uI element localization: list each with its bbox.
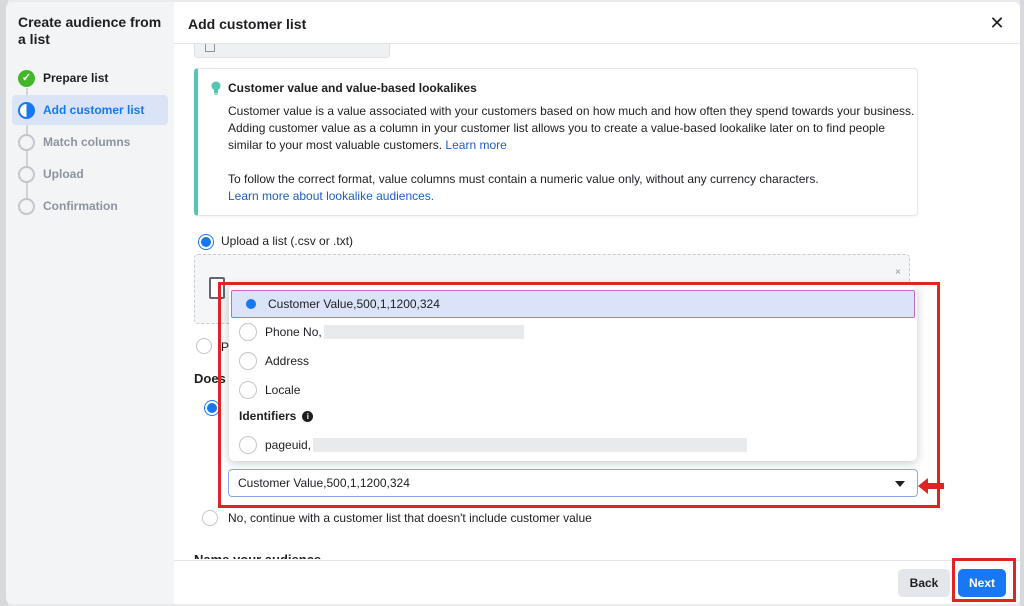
- step-label: Confirmation: [43, 199, 118, 213]
- dialog-footer: Back Next: [174, 560, 1020, 604]
- tip-body-text: Customer value is a value associated wit…: [228, 104, 915, 152]
- close-icon[interactable]: ✕: [988, 14, 1006, 32]
- half-circle-progress-icon: [18, 101, 35, 119]
- wizard-sidebar: Create audience from a list ✓ Prepare li…: [6, 2, 174, 604]
- customer-value-tip: Customer value and value-based lookalike…: [194, 68, 918, 216]
- back-button[interactable]: Back: [898, 569, 950, 597]
- upload-list-label: Upload a list (.csv or .txt): [221, 234, 354, 248]
- step-label: Upload: [43, 167, 84, 181]
- upload-list-radio[interactable]: [198, 234, 214, 250]
- name-audience-heading: Name your audience: [194, 551, 321, 559]
- dialog-header: Add customer list ✕: [174, 2, 1020, 44]
- step-match-columns[interactable]: Match columns: [12, 127, 168, 157]
- check-icon: ✓: [18, 69, 35, 87]
- annotation-next-highlight: [952, 558, 1016, 602]
- learn-more-link[interactable]: Learn more: [445, 138, 506, 152]
- step-upload[interactable]: Upload: [12, 159, 168, 189]
- step-prepare-list[interactable]: ✓ Prepare list: [12, 63, 168, 93]
- no-customer-value-label: No, continue with a customer list that d…: [228, 511, 592, 525]
- annotation-arrow-icon: [918, 478, 944, 494]
- step-label: Prepare list: [43, 71, 109, 85]
- tip-body: Customer value is a value associated wit…: [228, 103, 918, 154]
- backdrop-right: [1020, 0, 1024, 606]
- remove-file-icon[interactable]: ×: [895, 267, 901, 278]
- tip-format-note: To follow the correct format, value colu…: [228, 171, 918, 205]
- empty-circle-icon: [18, 133, 35, 151]
- dialog-title: Add customer list: [188, 16, 307, 32]
- step-label: Match columns: [43, 135, 131, 149]
- file-icon: [205, 44, 215, 52]
- previous-file-chip: [194, 44, 390, 58]
- empty-circle-icon: [18, 197, 35, 215]
- step-add-customer-list[interactable]: Add customer list: [12, 95, 168, 125]
- step-confirmation[interactable]: Confirmation: [12, 191, 168, 221]
- step-label: Add customer list: [43, 103, 145, 117]
- tip-format-text: To follow the correct format, value colu…: [228, 172, 819, 186]
- tip-title: Customer value and value-based lookalike…: [228, 81, 477, 95]
- empty-circle-icon: [18, 165, 35, 183]
- no-customer-value-radio[interactable]: [202, 510, 218, 526]
- sidebar-title: Create audience from a list: [18, 14, 162, 47]
- main-panel: Add customer list ✕ Customer value and v…: [174, 2, 1020, 604]
- paste-option-radio[interactable]: [196, 338, 212, 354]
- learn-more-lookalike-link[interactable]: Learn more about lookalike audiences.: [228, 189, 434, 203]
- lightbulb-icon: [211, 81, 221, 95]
- annotation-highlight-box: [218, 282, 940, 508]
